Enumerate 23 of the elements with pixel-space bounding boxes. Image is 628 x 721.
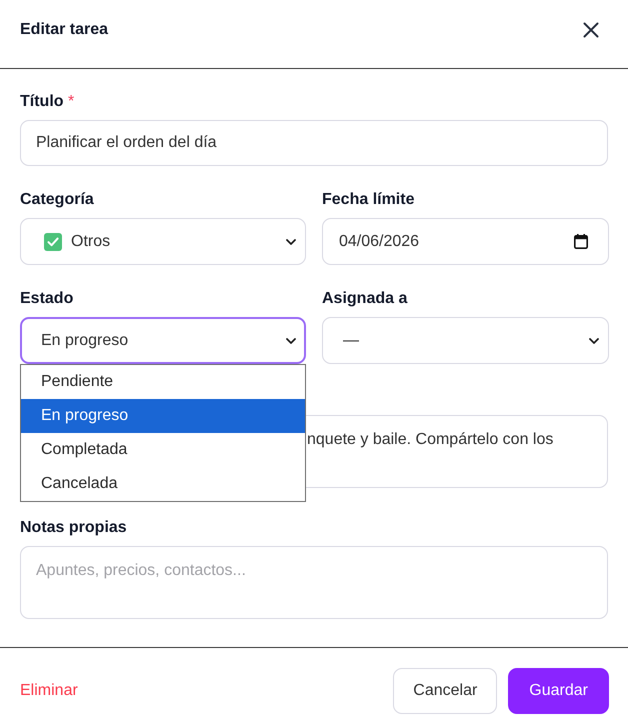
cancel-button[interactable]: Cancelar [393,668,498,714]
category-select[interactable]: Otros [20,218,306,265]
status-select[interactable]: En progreso [20,317,306,364]
field-label: Asignada a [322,289,408,309]
chevron-down-icon [286,338,296,344]
field-label: Notas propias [20,518,128,538]
field-label: Estado [20,289,74,309]
close-icon [583,22,599,38]
field-label: Fecha límite [322,190,416,210]
save-button[interactable]: Guardar [508,668,609,714]
chevron-down-icon [589,338,599,344]
delete-link[interactable]: Eliminar [20,682,78,700]
description-textarea[interactable]: nquete y baile. Compártelo con los [306,415,608,488]
checkmark-icon [44,232,62,250]
field-label: Categoría [20,190,95,210]
dropdown-option[interactable]: En progreso [21,399,305,433]
calendar-icon[interactable] [574,234,588,249]
field-label: Título * [20,92,76,112]
assignee-select[interactable]: — [322,317,609,364]
date-input[interactable]: 04/06/2026 [322,218,609,265]
title-input[interactable]: Planificar el orden del día [20,120,608,166]
chevron-down-icon [286,238,296,244]
dialog-title: Editar tarea [20,20,108,40]
